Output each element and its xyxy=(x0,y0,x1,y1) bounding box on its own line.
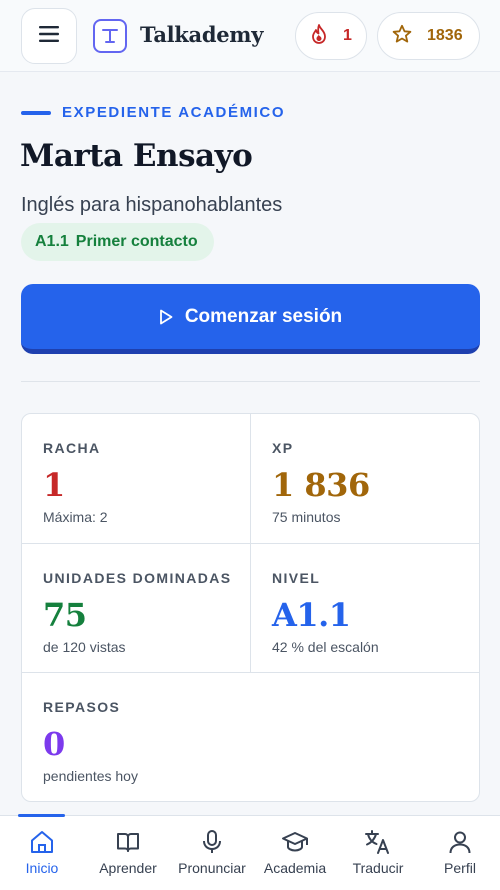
stat-value: 0 xyxy=(43,725,65,763)
active-indicator xyxy=(18,814,65,817)
course-name: Inglés para hispanohablantes xyxy=(21,194,283,216)
stat-units-mastered: UNIDADES DOMINADAS 75 de 120 vistas xyxy=(22,544,251,673)
bottom-nav: Inicio Aprender Pronunciar Academia Trad… xyxy=(0,814,500,890)
stat-label: UNIDADES DOMINADAS xyxy=(43,570,232,586)
streak-count: 1 xyxy=(343,27,352,44)
stat-reviews: REPASOS 0 pendientes hoy xyxy=(22,673,479,801)
app-logo[interactable] xyxy=(93,19,127,53)
stats-card: RACHA 1 Máxima: 2 XP 1 836 75 minutos UN… xyxy=(21,413,480,802)
stat-sub: Máxima: 2 xyxy=(43,509,108,525)
streak-pill[interactable]: 1 xyxy=(295,12,367,60)
star-icon xyxy=(392,24,412,49)
xp-total: 1836 xyxy=(427,27,463,44)
stat-sub: 42 % del escalón xyxy=(272,639,379,655)
app-name: Talkademy xyxy=(140,22,264,47)
graduation-cap-icon xyxy=(281,829,309,855)
top-bar: Talkademy 1 1836 xyxy=(0,0,500,72)
stat-streak: RACHA 1 Máxima: 2 xyxy=(22,414,251,544)
nav-label: Academia xyxy=(263,860,327,876)
nav-item-inicio[interactable]: Inicio xyxy=(0,814,84,890)
menu-button[interactable] xyxy=(21,8,77,64)
level-name: Primer contacto xyxy=(75,233,198,250)
flame-icon xyxy=(311,23,327,49)
stat-value: 75 xyxy=(43,596,87,634)
level-badge: A1.1 Primer contacto xyxy=(21,223,214,261)
logo-mark xyxy=(102,29,118,43)
translate-icon xyxy=(364,829,392,855)
eyebrow-label: EXPEDIENTE ACADÉMICO xyxy=(62,104,286,121)
nav-item-traducir[interactable]: Traducir xyxy=(336,816,420,890)
nav-label: Inicio xyxy=(25,860,59,876)
stat-value: A1.1 xyxy=(272,596,351,634)
student-name: Marta Ensayo xyxy=(20,138,253,174)
stat-value: 1 836 xyxy=(272,466,370,504)
nav-item-perfil[interactable]: Perfil xyxy=(418,816,500,890)
play-icon xyxy=(159,309,173,325)
home-icon xyxy=(29,829,55,855)
nav-label: Traducir xyxy=(352,860,404,876)
nav-label: Perfil xyxy=(444,860,476,876)
nav-item-pronunciar[interactable]: Pronunciar xyxy=(170,816,254,890)
menu-icon xyxy=(39,25,59,47)
user-icon xyxy=(447,829,473,855)
stat-label: REPASOS xyxy=(43,699,121,715)
nav-item-aprender[interactable]: Aprender xyxy=(86,816,170,890)
level-code: A1.1 xyxy=(35,233,69,250)
book-icon xyxy=(115,829,141,855)
stat-label: XP xyxy=(272,440,294,456)
eyebrow-accent-bar xyxy=(21,110,51,115)
microphone-icon xyxy=(199,829,225,855)
stat-label: RACHA xyxy=(43,440,101,456)
nav-label: Aprender xyxy=(99,860,157,876)
nav-item-academia[interactable]: Academia xyxy=(253,816,337,890)
stat-label: NIVEL xyxy=(272,570,321,586)
section-eyebrow: EXPEDIENTE ACADÉMICO xyxy=(21,104,285,121)
stat-sub: de 120 vistas xyxy=(43,639,126,655)
divider xyxy=(21,381,480,382)
xp-pill[interactable]: 1836 xyxy=(377,12,480,60)
stat-level: NIVEL A1.1 42 % del escalón xyxy=(251,544,479,673)
start-session-label: Comenzar sesión xyxy=(184,305,343,327)
start-session-button[interactable]: Comenzar sesión xyxy=(21,284,480,354)
stat-sub: pendientes hoy xyxy=(43,768,138,784)
stat-xp: XP 1 836 75 minutos xyxy=(251,414,479,544)
stat-sub: 75 minutos xyxy=(272,509,341,525)
nav-label: Pronunciar xyxy=(178,860,246,876)
stat-value: 1 xyxy=(43,466,65,504)
